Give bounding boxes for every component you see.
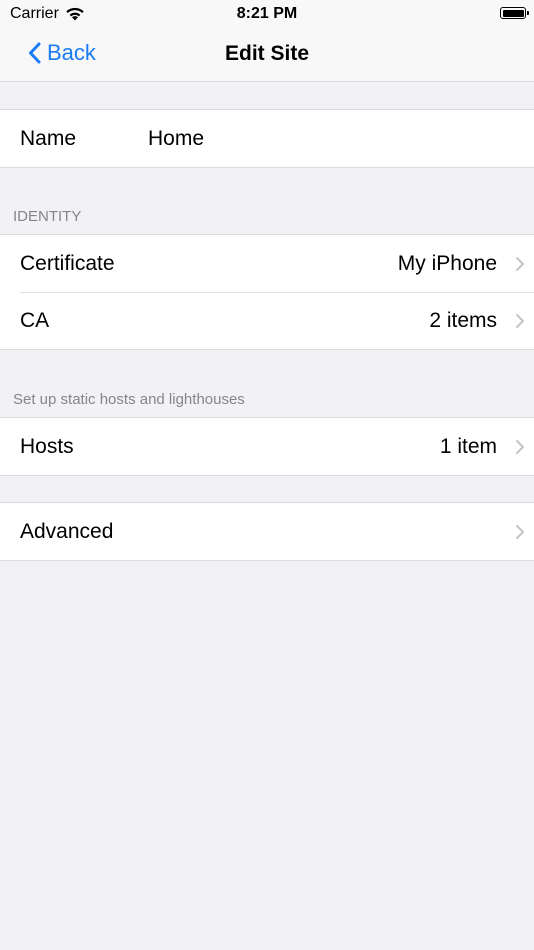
ca-row[interactable]: CA 2 items: [0, 292, 534, 349]
advanced-group: Advanced: [0, 502, 534, 561]
hosts-section-header: Set up static hosts and lighthouses: [13, 391, 245, 408]
certificate-value: My iPhone: [397, 251, 497, 275]
name-row[interactable]: Name Home: [0, 110, 534, 167]
name-group: Name Home: [0, 109, 534, 168]
chevron-right-icon: [516, 439, 524, 454]
identity-section-header: IDENTITY: [13, 208, 82, 225]
certificate-row[interactable]: Certificate My iPhone: [0, 235, 534, 292]
ca-label: CA: [20, 308, 50, 332]
hosts-group: Hosts 1 item: [0, 417, 534, 476]
hosts-label: Hosts: [20, 434, 74, 458]
hosts-row[interactable]: Hosts 1 item: [0, 418, 534, 475]
status-bar: Carrier 8:21 PM: [0, 0, 534, 28]
certificate-label: Certificate: [20, 251, 115, 275]
status-time: 8:21 PM: [236, 5, 298, 22]
page-title: Edit Site: [224, 42, 309, 65]
hosts-value: 1 item: [439, 434, 497, 458]
battery-icon: [500, 7, 529, 19]
chevron-right-icon: [516, 524, 524, 539]
navigation-bar: Back Edit Site: [0, 28, 534, 82]
name-value[interactable]: Home: [148, 127, 204, 151]
advanced-row[interactable]: Advanced: [0, 503, 534, 560]
name-label: Name: [20, 126, 77, 150]
identity-group: Certificate My iPhone CA 2 items: [0, 234, 534, 350]
advanced-label: Advanced: [20, 519, 114, 543]
chevron-right-icon: [516, 256, 524, 271]
chevron-right-icon: [516, 313, 524, 328]
ca-value: 2 items: [429, 308, 497, 332]
